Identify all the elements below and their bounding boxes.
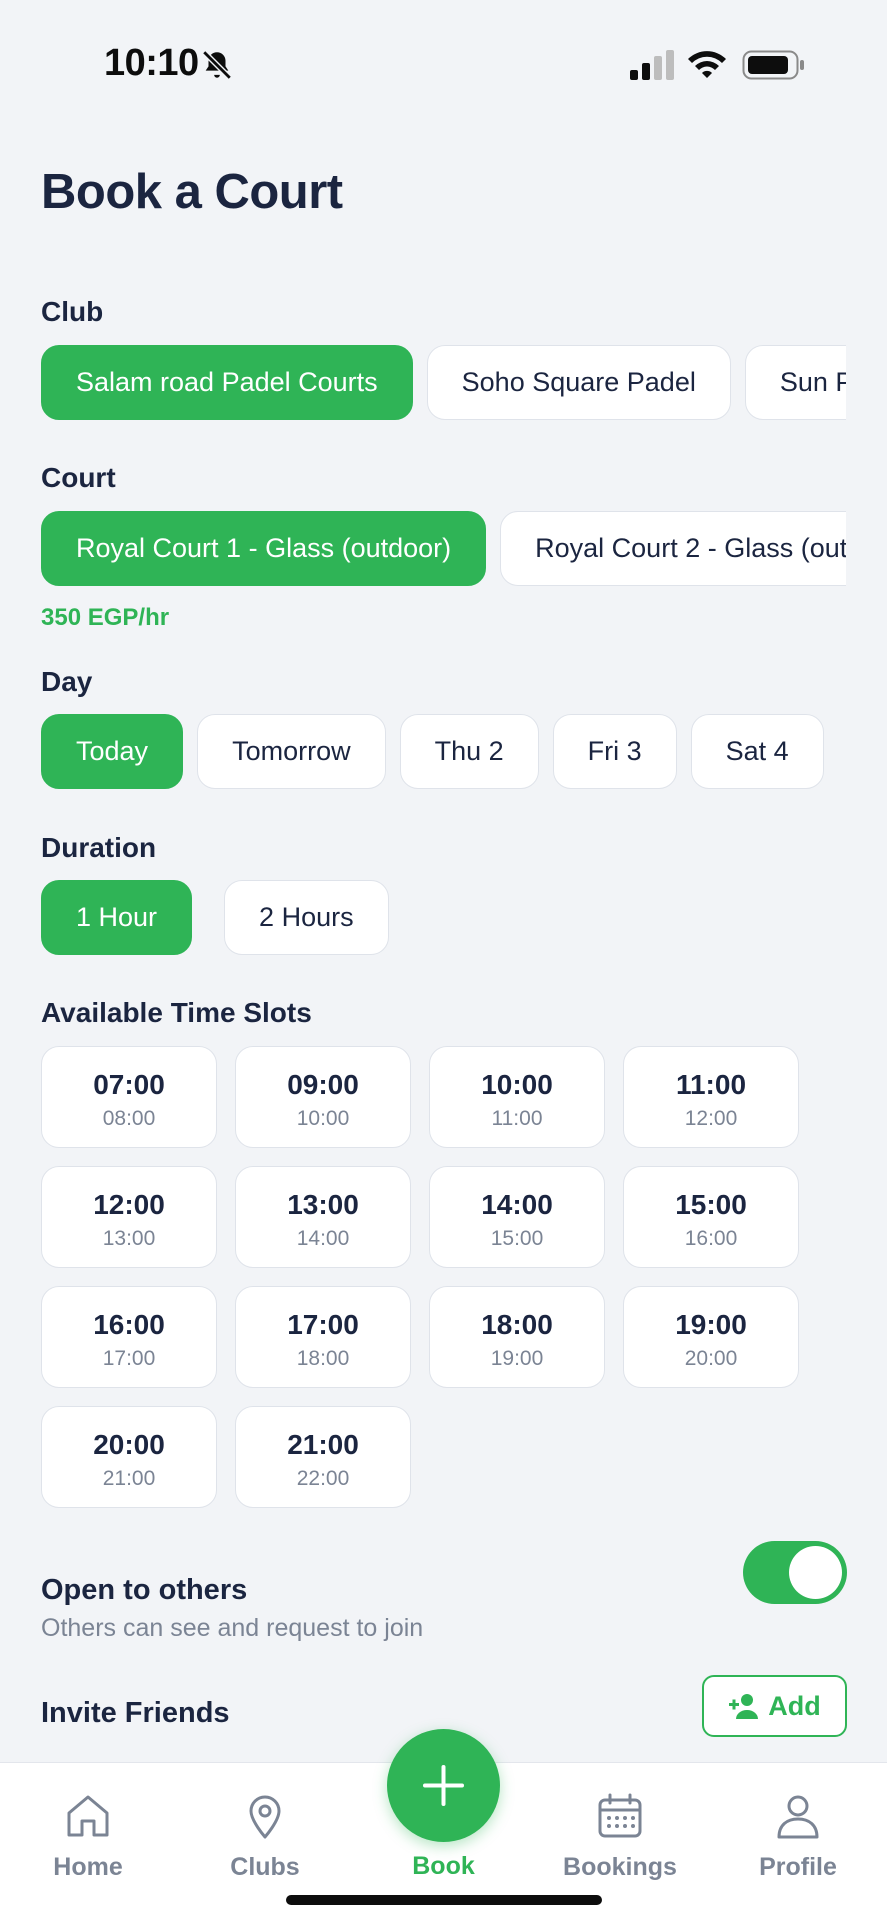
court-selector: Royal Court 1 - Glass (outdoor) Royal Cou… bbox=[41, 511, 846, 586]
court-option[interactable]: Royal Court 1 - Glass (outdoor) bbox=[41, 511, 487, 586]
invite-friends-title: Invite Friends bbox=[41, 1697, 230, 1729]
battery-icon bbox=[742, 50, 804, 80]
slot-end: 17:00 bbox=[102, 1347, 156, 1370]
time-slot[interactable]: 15:00 16:00 bbox=[623, 1166, 799, 1268]
day-label: Day bbox=[41, 666, 93, 697]
club-label: Club bbox=[41, 296, 104, 327]
open-to-others-toggle[interactable] bbox=[743, 1541, 847, 1604]
slot-start: 16:00 bbox=[93, 1309, 165, 1340]
time-slot[interactable]: 18:00 19:00 bbox=[429, 1286, 605, 1388]
slot-start: 13:00 bbox=[287, 1189, 359, 1220]
time-slot[interactable]: 07:00 08:00 bbox=[41, 1046, 217, 1148]
slot-start: 07:00 bbox=[93, 1069, 165, 1100]
tab-clubs[interactable]: Clubs bbox=[200, 1791, 330, 1882]
time-slot[interactable]: 20:00 21:00 bbox=[41, 1406, 217, 1508]
slot-end: 16:00 bbox=[684, 1227, 738, 1250]
day-selector: Today Tomorrow Thu 2 Fri 3 Sat 4 bbox=[41, 714, 846, 789]
day-option[interactable]: Sat 4 bbox=[690, 714, 824, 789]
slot-end: 13:00 bbox=[102, 1227, 156, 1250]
time-slot[interactable]: 19:00 20:00 bbox=[623, 1286, 799, 1388]
home-indicator bbox=[286, 1895, 602, 1905]
duration-label: Duration bbox=[41, 832, 157, 863]
slot-end: 22:00 bbox=[296, 1467, 350, 1490]
tab-book-label[interactable]: Book bbox=[387, 1852, 500, 1881]
map-pin-icon bbox=[249, 1795, 281, 1839]
add-user-icon bbox=[729, 1694, 759, 1719]
court-price: 350 EGP/hr bbox=[41, 604, 170, 631]
slot-start: 12:00 bbox=[93, 1189, 165, 1220]
home-icon bbox=[67, 1795, 109, 1837]
open-to-others-subtitle: Others can see and request to join bbox=[41, 1614, 424, 1642]
add-button-label: Add bbox=[768, 1690, 821, 1721]
slot-end: 11:00 bbox=[491, 1107, 543, 1130]
slot-start: 11:00 bbox=[675, 1069, 747, 1100]
signal-icon bbox=[630, 50, 674, 80]
toggle-knob bbox=[789, 1546, 842, 1599]
tab-home[interactable]: Home bbox=[23, 1791, 153, 1882]
time-slot[interactable]: 17:00 18:00 bbox=[235, 1286, 411, 1388]
tab-label: Home bbox=[53, 1853, 123, 1881]
status-time: 10:10 bbox=[104, 42, 199, 84]
duration-option[interactable]: 1 Hour bbox=[41, 880, 193, 955]
slot-end: 14:00 bbox=[296, 1227, 350, 1250]
slot-end: 21:00 bbox=[102, 1467, 156, 1490]
slot-start: 20:00 bbox=[93, 1429, 165, 1460]
slot-start: 18:00 bbox=[481, 1309, 553, 1340]
club-option[interactable]: Sun Padel bbox=[744, 345, 846, 420]
slot-start: 21:00 bbox=[287, 1429, 359, 1460]
court-option[interactable]: Royal Court 2 - Glass (outdoor) bbox=[500, 511, 846, 586]
time-slot[interactable]: 13:00 14:00 bbox=[235, 1166, 411, 1268]
time-slot[interactable]: 14:00 15:00 bbox=[429, 1166, 605, 1268]
day-option[interactable]: Tomorrow bbox=[197, 714, 386, 789]
day-option[interactable]: Fri 3 bbox=[552, 714, 677, 789]
calendar-icon bbox=[598, 1793, 642, 1838]
time-slot[interactable]: 09:00 10:00 bbox=[235, 1046, 411, 1148]
time-slots-label: Available Time Slots bbox=[41, 997, 312, 1028]
slot-end: 08:00 bbox=[102, 1107, 156, 1130]
time-slot[interactable]: 10:00 11:00 bbox=[429, 1046, 605, 1148]
slot-end: 20:00 bbox=[684, 1347, 738, 1370]
club-option[interactable]: Soho Square Padel bbox=[426, 345, 731, 420]
time-slot[interactable]: 16:00 17:00 bbox=[41, 1286, 217, 1388]
slot-start: 17:00 bbox=[287, 1309, 359, 1340]
tab-label: Bookings bbox=[563, 1853, 677, 1881]
slot-start: 14:00 bbox=[481, 1189, 553, 1220]
duration-selector: 1 Hour 2 Hours bbox=[41, 880, 846, 955]
time-slot[interactable]: 11:00 12:00 bbox=[623, 1046, 799, 1148]
tab-label: Clubs bbox=[230, 1853, 300, 1881]
bell-slash-icon bbox=[202, 50, 232, 80]
wifi-icon bbox=[688, 51, 726, 78]
tab-profile[interactable]: Profile bbox=[733, 1791, 863, 1882]
court-label: Court bbox=[41, 462, 116, 493]
club-option[interactable]: Salam road Padel Courts bbox=[41, 345, 413, 420]
book-fab-button[interactable] bbox=[387, 1729, 500, 1842]
person-icon bbox=[777, 1795, 819, 1839]
tab-label: Profile bbox=[759, 1853, 837, 1881]
slot-end: 12:00 bbox=[684, 1107, 738, 1130]
slot-start: 10:00 bbox=[481, 1069, 553, 1100]
time-slot[interactable]: 21:00 22:00 bbox=[235, 1406, 411, 1508]
open-to-others-title: Open to others bbox=[41, 1574, 248, 1606]
status-bar: 10:10 bbox=[0, 0, 887, 110]
day-option[interactable]: Thu 2 bbox=[399, 714, 539, 789]
club-selector: Salam road Padel Courts Soho Square Padel… bbox=[41, 345, 846, 420]
duration-option[interactable]: 2 Hours bbox=[224, 880, 389, 955]
slot-end: 15:00 bbox=[490, 1227, 544, 1250]
add-friend-button[interactable]: Add bbox=[702, 1675, 847, 1737]
tab-bookings[interactable]: Bookings bbox=[555, 1791, 685, 1882]
slot-end: 10:00 bbox=[296, 1107, 350, 1130]
plus-icon bbox=[423, 1765, 464, 1806]
day-option[interactable]: Today bbox=[41, 714, 184, 789]
slot-end: 18:00 bbox=[296, 1347, 350, 1370]
time-slot[interactable]: 12:00 13:00 bbox=[41, 1166, 217, 1268]
slot-start: 09:00 bbox=[287, 1069, 359, 1100]
page-title: Book a Court bbox=[41, 165, 343, 219]
slot-end: 19:00 bbox=[490, 1347, 544, 1370]
slot-start: 19:00 bbox=[675, 1309, 747, 1340]
slot-start: 15:00 bbox=[675, 1189, 747, 1220]
